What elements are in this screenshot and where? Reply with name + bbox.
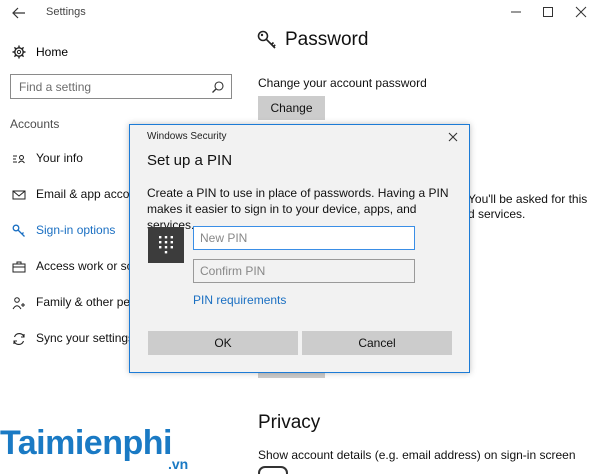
maximize-icon[interactable] [540,4,556,20]
title-bar: Settings [0,0,600,26]
search-box[interactable] [10,74,232,99]
change-password-button[interactable]: Change [258,96,325,120]
pin-description-partial-2: d services. [468,207,526,221]
home-label: Home [36,45,69,59]
key-icon [12,224,25,237]
new-pin-input[interactable] [193,226,415,250]
sidebar-item-label: Email & app accou [36,187,137,201]
set-up-pin-dialog: Windows Security Set up a PIN Create a P… [129,124,470,373]
close-icon[interactable] [447,131,459,143]
key-icon [257,30,276,49]
password-subtitle: Change your account password [258,76,427,90]
privacy-toggle[interactable] [258,466,288,474]
minimize-icon[interactable] [508,4,524,20]
privacy-title: Privacy [258,412,321,433]
sidebar-item-label: Sync your settings [36,331,135,345]
cancel-button[interactable]: Cancel [302,331,452,355]
close-window-icon[interactable] [573,4,589,20]
search-icon[interactable] [211,80,225,94]
ok-button[interactable]: OK [148,331,298,355]
sidebar-item-label: Your info [36,151,83,165]
pin-description-partial: You'll be asked for this [468,192,588,206]
section-heading: Accounts [10,117,60,131]
mail-icon [12,190,26,200]
briefcase-icon [12,261,26,273]
person-card-icon [13,155,25,164]
pin-requirements-link[interactable]: PIN requirements [193,293,286,307]
sidebar-item-label: Access work or sch [36,259,140,273]
gear-icon [12,45,26,59]
password-title: Password [285,29,369,50]
dialog-window-title: Windows Security [147,131,227,142]
watermark-logo: Taimienphi [0,424,172,462]
password-heading: Password [257,29,368,51]
privacy-subtitle: Show account details (e.g. email address… [258,448,576,462]
people-icon [12,297,25,310]
home-nav-item[interactable]: Home [12,44,68,60]
sidebar-item-label: Family & other peo [36,295,137,309]
sync-icon [13,333,25,345]
sidebar-item-label: Sign-in options [36,223,116,237]
keypad-icon [148,227,184,263]
dialog-heading: Set up a PIN [147,152,233,169]
watermark-suffix: .vn [168,456,189,472]
back-arrow-icon[interactable] [10,4,28,22]
window-title: Settings [46,6,86,18]
search-input[interactable] [19,79,209,95]
confirm-pin-input[interactable] [193,259,415,283]
